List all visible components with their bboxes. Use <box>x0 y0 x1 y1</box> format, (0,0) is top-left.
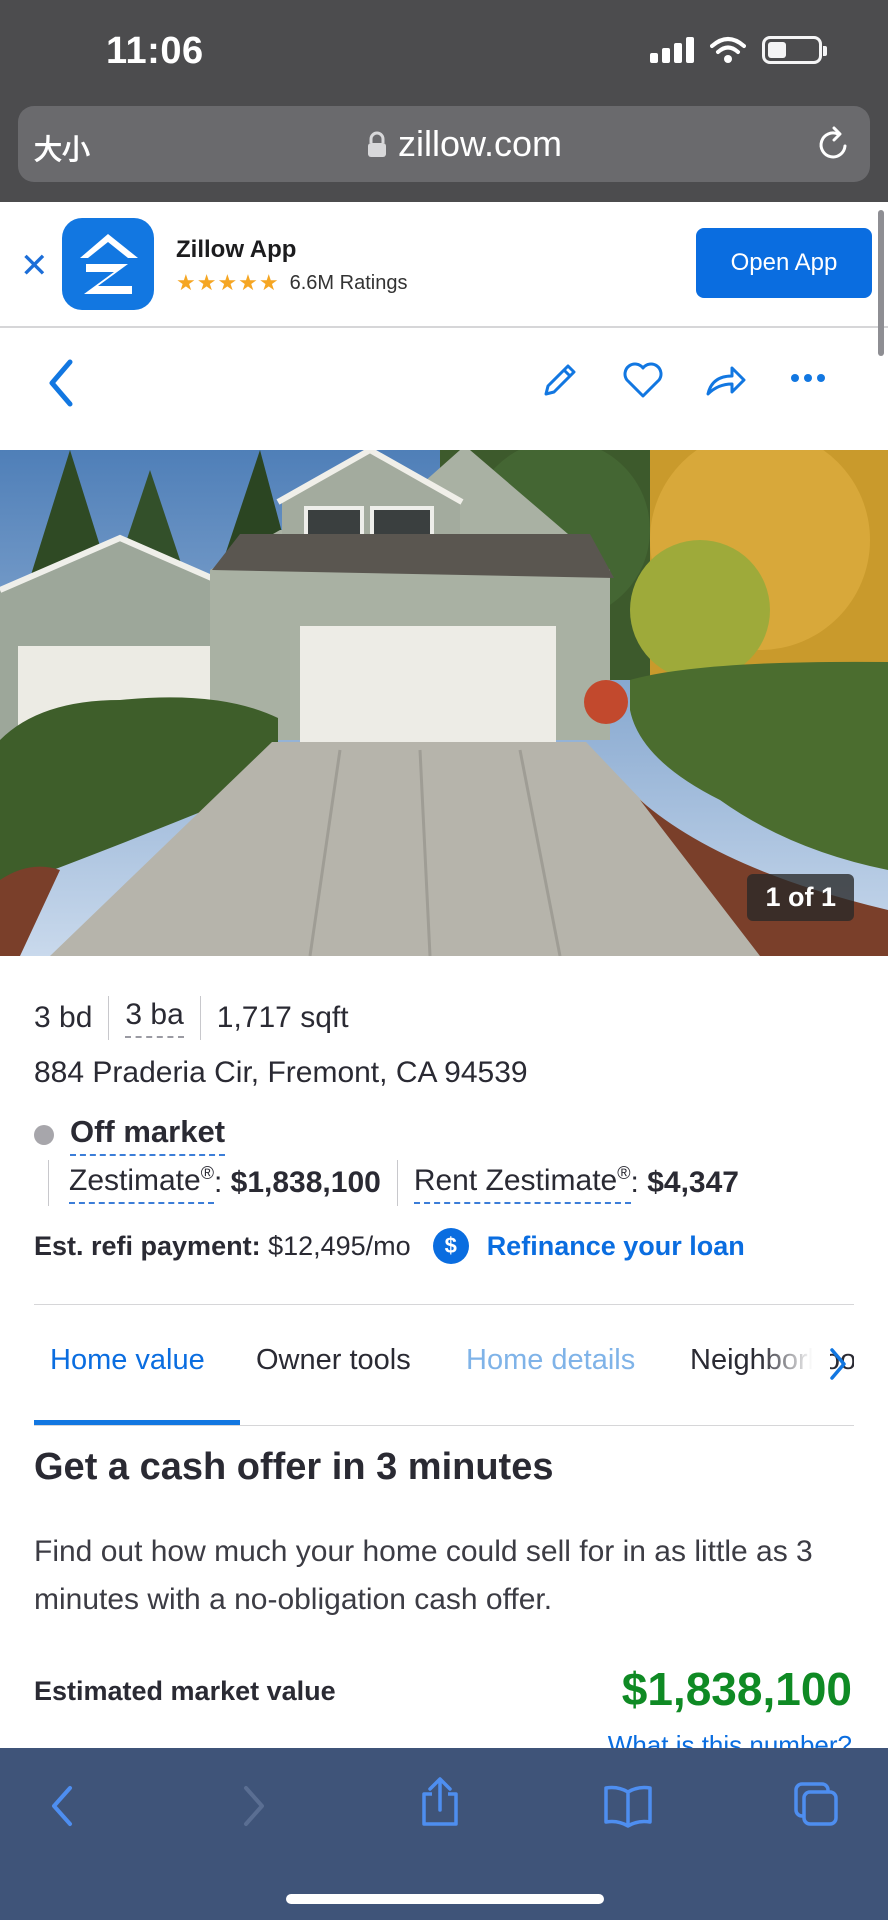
browser-back-icon[interactable] <box>48 1784 76 1828</box>
photo-counter: 1 of 1 <box>747 874 854 921</box>
status-icons <box>650 36 827 64</box>
share-sheet-icon[interactable] <box>418 1776 462 1828</box>
heart-icon[interactable] <box>622 360 664 400</box>
battery-icon <box>762 36 827 64</box>
more-icon[interactable] <box>790 372 826 384</box>
divider <box>396 1160 398 1206</box>
close-icon[interactable]: ✕ <box>20 246 49 286</box>
divider <box>108 996 110 1040</box>
tab-home-value[interactable]: Home value <box>50 1344 205 1377</box>
home-indicator <box>286 1894 604 1904</box>
refi-label: Est. refi payment: <box>34 1230 261 1261</box>
refi-value: $12,495/mo <box>268 1230 411 1261</box>
status-dot <box>34 1125 54 1145</box>
text-size-button[interactable]: 大小 <box>34 128 90 168</box>
status-time: 11:06 <box>106 30 204 72</box>
browser-chrome: 11:06 大小 zillow.com <box>0 0 888 202</box>
market-value-label: Estimated market value <box>34 1676 336 1706</box>
tab-owner-tools[interactable]: Owner tools <box>256 1344 411 1377</box>
zillow-logo <box>62 218 154 310</box>
zestimate-row: Zestimate®: $1,838,100 Rent Zestimate®: … <box>48 1160 739 1206</box>
bookmarks-icon[interactable] <box>602 1784 654 1828</box>
zestimate-label[interactable]: Zestimate® <box>69 1163 214 1204</box>
zestimate-value: $1,838,100 <box>230 1166 381 1199</box>
rent-zestimate-label[interactable]: Rent Zestimate® <box>413 1163 631 1204</box>
section-tabs: Home value Owner tools Home details Neig… <box>34 1340 854 1400</box>
divider <box>48 1160 49 1206</box>
listing-status: Off market <box>34 1114 226 1156</box>
star-rating-icon: ★★★★★ <box>176 270 280 295</box>
refi-row: Est. refi payment: $12,495/mo $ Refinanc… <box>34 1228 745 1264</box>
tab-home-details[interactable]: Home details <box>466 1344 635 1377</box>
wifi-icon <box>710 37 746 63</box>
listing-photo[interactable]: 1 of 1 <box>0 450 888 956</box>
app-name: Zillow App <box>176 236 297 263</box>
divider <box>34 1304 854 1305</box>
status-label[interactable]: Off market <box>70 1114 226 1156</box>
section-title: Get a cash offer in 3 minutes <box>34 1446 554 1488</box>
ratings-count: 6.6M Ratings <box>289 271 408 294</box>
listing-toolbar <box>0 328 888 450</box>
beds: 3 bd <box>34 1001 93 1034</box>
tabs-fade <box>760 1340 830 1400</box>
sqft: 1,717 sqft <box>216 1001 349 1034</box>
open-app-button[interactable]: Open App <box>696 228 872 298</box>
chevron-right-icon[interactable] <box>826 1346 850 1382</box>
tabs-icon[interactable] <box>792 1780 840 1828</box>
app-rating: ★★★★★ 6.6M Ratings <box>176 270 407 296</box>
rent-zestimate-colon: : <box>630 1166 639 1199</box>
address-bar[interactable]: 大小 zillow.com <box>18 106 870 182</box>
edit-icon[interactable] <box>540 360 580 400</box>
property-address: 884 Praderia Cir, Fremont, CA 94539 <box>34 1056 528 1089</box>
url-domain[interactable]: zillow.com <box>398 123 562 165</box>
baths[interactable]: 3 ba <box>125 998 184 1038</box>
back-icon[interactable] <box>46 358 76 408</box>
lock-icon <box>368 131 386 157</box>
home-facts: 3 bd 3 ba 1,717 sqft <box>34 996 349 1040</box>
app-banner: ✕ Zillow App ★★★★★ 6.6M Ratings Open App <box>0 202 888 328</box>
market-value: $1,838,100 <box>621 1663 852 1715</box>
divider <box>199 996 201 1040</box>
refinance-link[interactable]: Refinance your loan <box>487 1231 745 1262</box>
rent-zestimate-value: $4,347 <box>647 1166 739 1199</box>
dollar-icon: $ <box>432 1228 469 1264</box>
reload-icon[interactable] <box>814 124 852 164</box>
signal-icon <box>650 37 694 63</box>
zestimate-colon: : <box>213 1166 223 1199</box>
section-description: Find out how much your home could sell f… <box>34 1535 813 1616</box>
share-icon[interactable] <box>704 360 748 400</box>
divider <box>34 1425 854 1426</box>
browser-forward-icon[interactable] <box>240 1784 268 1828</box>
